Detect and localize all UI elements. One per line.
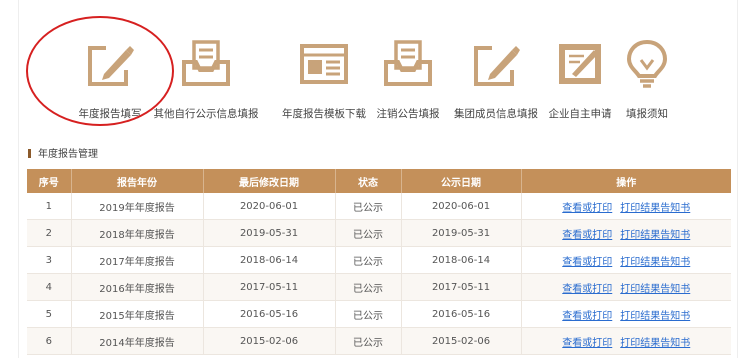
table-cell-modified: 2016-05-16 [203, 300, 336, 328]
annual-report-table: 序号 报告年份 最后修改日期 状态 公示日期 操作 1 2019年年度报告 2020… [27, 169, 731, 355]
table-cell-year: 2014年年度报告 [71, 327, 204, 355]
table-cell-actions: 查看或打印 打印结果告知书 [521, 219, 731, 247]
table-cell-published: 2018-06-14 [401, 246, 522, 274]
view-print-link[interactable]: 查看或打印 [562, 230, 612, 241]
right-frame-line [737, 0, 738, 358]
table-cell-status: 已公示 [335, 300, 402, 328]
nav-label: 集团成员信息填报 [454, 108, 538, 120]
table-cell-modified: 2020-06-01 [203, 193, 336, 220]
print-result-notice-link[interactable]: 打印结果告知书 [620, 230, 690, 241]
print-result-notice-link[interactable]: 打印结果告知书 [620, 284, 690, 295]
table-cell-status: 已公示 [335, 246, 402, 274]
template-icon [300, 44, 348, 84]
table-cell-modified: 2019-05-31 [203, 219, 336, 247]
column-header: 最后修改日期 [203, 169, 336, 193]
table-cell-published: 2016-05-16 [401, 300, 522, 328]
table-cell-published: 2020-06-01 [401, 193, 522, 220]
view-print-link[interactable]: 查看或打印 [562, 284, 612, 295]
table-row: 3 2017年年度报告 2018-06-14 已公示 2018-06-14 查看或打印 打印… [27, 246, 731, 274]
view-print-link[interactable]: 查看或打印 [562, 311, 612, 322]
table-cell-status: 已公示 [335, 219, 402, 247]
table-cell-no: 2 [27, 219, 72, 247]
column-header: 状态 [335, 169, 402, 193]
table-cell-published: 2015-02-06 [401, 327, 522, 355]
signed-doc-icon [559, 44, 601, 84]
table-row: 2 2018年年度报告 2019-05-31 已公示 2019-05-31 查看或打印 打印… [27, 219, 731, 247]
column-header: 序号 [27, 169, 72, 193]
nav-template-download[interactable]: 年度报告模板下载 [276, 38, 372, 121]
tray-doc-icon [384, 40, 432, 86]
left-frame-line [18, 0, 19, 358]
table-cell-no: 3 [27, 246, 72, 274]
view-print-link[interactable]: 查看或打印 [562, 257, 612, 268]
lightbulb-icon [626, 39, 668, 88]
table-row: 5 2015年年度报告 2016-05-16 已公示 2016-05-16 查看或打印 打印… [27, 300, 731, 328]
nav-label: 注销公告填报 [376, 108, 440, 120]
view-print-link[interactable]: 查看或打印 [562, 338, 612, 349]
table-cell-status: 已公示 [335, 327, 402, 355]
column-header: 公示日期 [401, 169, 522, 193]
nav-label: 其他自行公示信息填报 [153, 108, 259, 120]
print-result-notice-link[interactable]: 打印结果告知书 [620, 257, 690, 268]
tray-doc-icon [182, 40, 230, 86]
nav-label: 企业自主申请 [548, 108, 612, 120]
nav-group-member[interactable]: 集团成员信息填报 [448, 38, 544, 121]
table-cell-actions: 查看或打印 打印结果告知书 [521, 193, 731, 220]
table-cell-no: 4 [27, 273, 72, 301]
table-row: 4 2016年年度报告 2017-05-11 已公示 2017-05-11 查看或打印 打印… [27, 273, 731, 301]
nav-self-application[interactable]: 企业自主申请 [544, 38, 616, 121]
table-cell-published: 2019-05-31 [401, 219, 522, 247]
table-cell-modified: 2017-05-11 [203, 273, 336, 301]
table-cell-year: 2018年年度报告 [71, 219, 204, 247]
red-circle-annotation [26, 16, 174, 126]
table-cell-modified: 2015-02-06 [203, 327, 336, 355]
table-row: 6 2014年年度报告 2015-02-06 已公示 2015-02-06 查看或打印 打印… [27, 327, 731, 355]
column-header: 操作 [521, 169, 731, 193]
table-cell-year: 2015年年度报告 [71, 300, 204, 328]
nav-filing-instructions[interactable]: 填报须知 [616, 38, 678, 121]
nav-cancellation-notice[interactable]: 注销公告填报 [372, 38, 444, 121]
table-cell-no: 6 [27, 327, 72, 355]
section-title-text: 年度报告管理 [38, 149, 98, 160]
edit-doc-icon [474, 40, 520, 86]
column-header: 报告年份 [71, 169, 204, 193]
table-cell-actions: 查看或打印 打印结果告知书 [521, 273, 731, 301]
table-cell-actions: 查看或打印 打印结果告知书 [521, 246, 731, 274]
table-cell-year: 2019年年度报告 [71, 193, 204, 220]
table-cell-year: 2016年年度报告 [71, 273, 204, 301]
print-result-notice-link[interactable]: 打印结果告知书 [620, 338, 690, 349]
table-cell-status: 已公示 [335, 273, 402, 301]
print-result-notice-link[interactable]: 打印结果告知书 [620, 311, 690, 322]
table-cell-no: 1 [27, 193, 72, 220]
nav-label: 年度报告模板下载 [282, 108, 366, 120]
table-cell-no: 5 [27, 300, 72, 328]
section-heading: 年度报告管理 [28, 145, 98, 160]
print-result-notice-link[interactable]: 打印结果告知书 [620, 203, 690, 214]
table-row: 1 2019年年度报告 2020-06-01 已公示 2020-06-01 查看或打印 打印… [27, 193, 731, 220]
table-cell-modified: 2018-06-14 [203, 246, 336, 274]
table-cell-status: 已公示 [335, 193, 402, 220]
table-header-row: 序号 报告年份 最后修改日期 状态 公示日期 操作 [27, 169, 731, 193]
section-marker [28, 149, 31, 158]
table-cell-actions: 查看或打印 打印结果告知书 [521, 327, 731, 355]
table-cell-actions: 查看或打印 打印结果告知书 [521, 300, 731, 328]
view-print-link[interactable]: 查看或打印 [562, 203, 612, 214]
table-cell-published: 2017-05-11 [401, 273, 522, 301]
nav-label: 填报须知 [626, 108, 668, 120]
table-cell-year: 2017年年度报告 [71, 246, 204, 274]
